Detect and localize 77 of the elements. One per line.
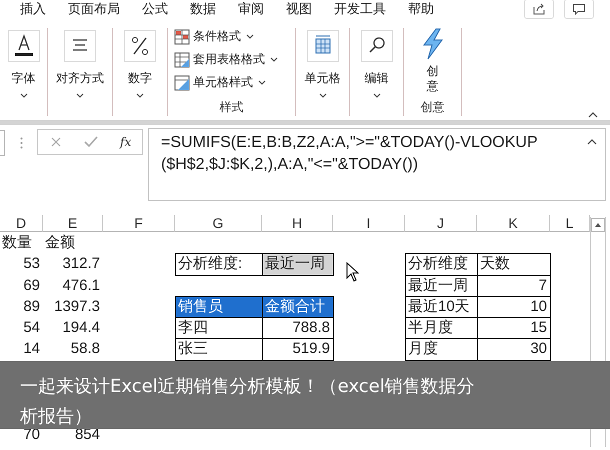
- table-header: 销售员: [175, 296, 263, 318]
- comment-icon: [572, 2, 586, 16]
- table-cell: 30: [477, 338, 551, 361]
- group-label: 创意: [420, 99, 444, 116]
- comment-button[interactable]: [564, 0, 594, 19]
- table-cell-text: 58.8: [70, 339, 101, 360]
- drag-dots-icon: [20, 137, 23, 149]
- table-cell-text: 476.1: [61, 276, 101, 296]
- cursor-icon: [346, 262, 360, 282]
- column-header[interactable]: E: [43, 215, 103, 232]
- table-cell-text: 14: [22, 339, 41, 360]
- group-label: 样式: [220, 99, 244, 116]
- column-header[interactable]: F: [103, 215, 175, 232]
- table-style-icon: [174, 52, 190, 68]
- table-cell-text: 54: [22, 318, 41, 338]
- caret-icon: [136, 93, 144, 98]
- column-header[interactable]: J: [405, 215, 477, 232]
- table-cell-text: 194.4: [61, 318, 101, 338]
- table-style-icon: [174, 74, 190, 90]
- ribbon-tab[interactable]: 插入: [20, 0, 46, 21]
- ribbon-button[interactable]: 对齐方式: [56, 28, 104, 98]
- caption-banner: 一起来设计Excel近期销售分析模板！（excel销售数据分析报告）: [0, 361, 610, 429]
- column-header[interactable]: H: [262, 215, 333, 232]
- caret-icon: [270, 57, 278, 62]
- table-cell-text: 69: [22, 276, 41, 296]
- ribbon-menu-button[interactable]: 单元格样式: [174, 74, 278, 91]
- font-color-icon: [8, 30, 40, 62]
- table-header: 天数: [477, 253, 551, 276]
- table-cell: 519.9: [262, 338, 334, 361]
- ribbon-tab[interactable]: 数据: [190, 0, 216, 21]
- table-cell-text: 312.7: [61, 254, 101, 274]
- table-header: 金额合计: [262, 296, 334, 318]
- ribbon-button[interactable]: 单元格: [304, 28, 340, 98]
- caret-icon: [318, 93, 326, 98]
- ribbon-tab[interactable]: 审阅: [238, 0, 264, 21]
- ribbon-tab[interactable]: 开发工具: [334, 0, 386, 21]
- caret-icon: [258, 80, 266, 85]
- collapse-icon: [588, 112, 598, 118]
- search-icon: [360, 30, 392, 62]
- ribbon-tab[interactable]: 公式: [142, 0, 168, 21]
- column-header[interactable]: K: [477, 215, 550, 232]
- ribbon-button[interactable]: 数字: [124, 28, 156, 98]
- ribbon-menu-button[interactable]: 套用表格格式: [174, 51, 278, 68]
- table-icon: [306, 30, 338, 62]
- table-cell-text: 1397.3: [53, 296, 101, 317]
- ribbon-menu-button[interactable]: 条件格式: [174, 28, 278, 45]
- caret-icon: [76, 93, 84, 98]
- column-header[interactable]: D: [0, 215, 43, 232]
- align-icon: [64, 30, 96, 62]
- cancel-icon: [50, 136, 62, 148]
- share-icon: [532, 2, 546, 16]
- dropdown-field[interactable]: 最近一周: [262, 253, 334, 276]
- percent-icon: [124, 30, 156, 62]
- caret-icon: [20, 93, 28, 98]
- ribbon-tab[interactable]: 视图: [286, 0, 312, 21]
- column-header[interactable]: L: [550, 215, 590, 232]
- table-cell-text: 53: [22, 254, 41, 274]
- insert-function-button[interactable]: fx: [120, 135, 132, 149]
- expand-icon: [587, 139, 597, 145]
- ribbon-tab[interactable]: 页面布局: [68, 0, 120, 21]
- caret-icon: [372, 93, 380, 98]
- column-header[interactable]: G: [175, 215, 262, 232]
- ribbon-button[interactable]: 编辑: [360, 28, 392, 98]
- column-label: 金额: [44, 233, 76, 253]
- checkmark-icon: [84, 136, 98, 148]
- formula-field[interactable]: =SUMIFS(E:E,B:B,Z2,A:A,">="&TODAY()-VLOOKUP($H$2,$J:$K,2,),A:A,"<="&TODAY()): [148, 128, 606, 201]
- table-style-icon: [174, 28, 190, 44]
- ribbon-tab[interactable]: 帮助: [408, 0, 434, 21]
- table-cell-text: 89: [22, 296, 41, 317]
- column-header[interactable]: I: [333, 215, 405, 232]
- scroll-up-icon: [591, 218, 605, 232]
- caret-icon: [246, 34, 254, 39]
- share-button[interactable]: [524, 0, 554, 19]
- ribbon-button[interactable]: 字体: [8, 28, 40, 98]
- table-header: 分析维度: [405, 253, 478, 276]
- column-label: 数量: [1, 233, 33, 253]
- ribbon-button[interactable]: 创意: [418, 28, 448, 94]
